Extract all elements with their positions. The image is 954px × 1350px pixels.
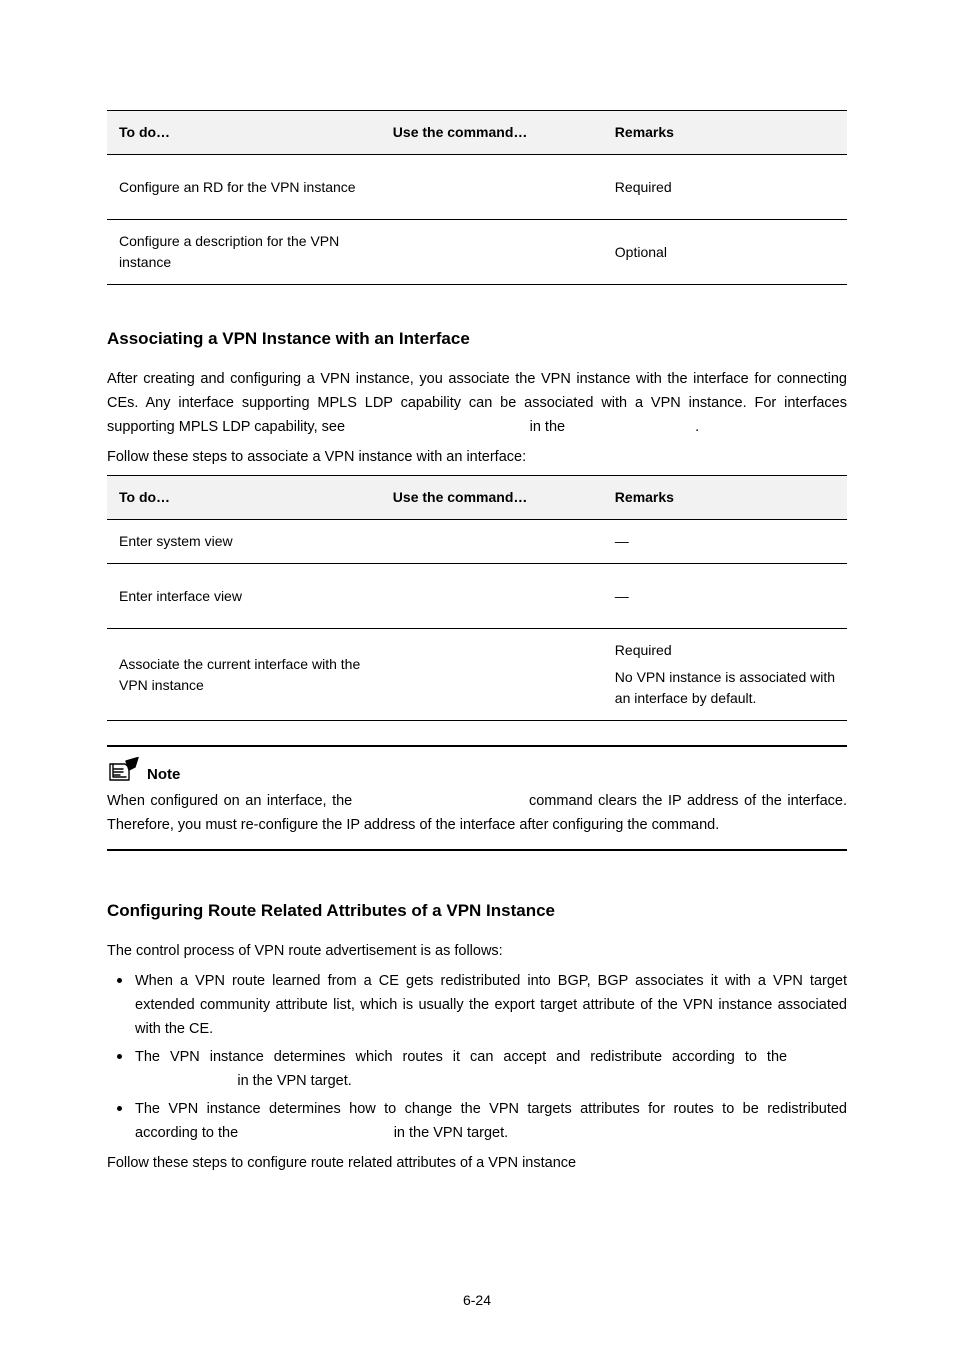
cell-remarks: — <box>603 520 847 564</box>
col-remarks: Remarks <box>603 476 847 520</box>
bullet-list: When a VPN route learned from a CE gets … <box>107 969 847 1145</box>
note-header: Note <box>107 757 847 783</box>
cell-remarks: Optional <box>603 220 847 285</box>
table-row: Configure an RD for the VPN instance rou… <box>107 155 847 220</box>
page-content: To do… Use the command… Remarks Configur… <box>0 0 954 1175</box>
col-todo: To do… <box>107 476 381 520</box>
col-remarks: Remarks <box>603 111 847 155</box>
paragraph: Follow these steps to configure route re… <box>107 1151 847 1175</box>
cell-command: route-distinguisher route-distinguisher <box>381 155 603 220</box>
col-command: Use the command… <box>381 111 603 155</box>
table-row: Enter system view system-view — <box>107 520 847 564</box>
paragraph: Follow these steps to associate a VPN in… <box>107 445 847 469</box>
paragraph: The control process of VPN route adverti… <box>107 939 847 963</box>
table-associate-interface: To do… Use the command… Remarks Enter sy… <box>107 475 847 721</box>
table-row: Associate the current interface with the… <box>107 629 847 721</box>
list-item: The VPN instance determines which routes… <box>107 1045 847 1093</box>
paragraph: After creating and configuring a VPN ins… <box>107 367 847 439</box>
table-header-row: To do… Use the command… Remarks <box>107 476 847 520</box>
table-row: Configure a description for the VPN inst… <box>107 220 847 285</box>
cell-todo: Enter interface view <box>107 564 381 629</box>
cell-command: system-view <box>381 520 603 564</box>
table-row: Enter interface view interface interface… <box>107 564 847 629</box>
cell-command: description description-text <box>381 220 603 285</box>
table-header-row: To do… Use the command… Remarks <box>107 111 847 155</box>
note-icon <box>107 757 141 783</box>
note-body: When configured on an interface, the ip … <box>107 789 847 837</box>
cell-todo: Associate the current interface with the… <box>107 629 381 721</box>
note-title: Note <box>147 766 180 783</box>
cell-command: ip binding vpn-instance vpn-instance-nam… <box>381 629 603 721</box>
list-item: When a VPN route learned from a CE gets … <box>107 969 847 1041</box>
list-item: The VPN instance determines how to chang… <box>107 1097 847 1145</box>
cell-command: interface interface-type interface-numbe… <box>381 564 603 629</box>
divider <box>107 745 847 747</box>
page-number: 6-24 <box>0 1292 954 1308</box>
cell-remarks: Required No VPN instance is associated w… <box>603 629 847 721</box>
col-todo: To do… <box>107 111 381 155</box>
col-command: Use the command… <box>381 476 603 520</box>
cell-remarks: — <box>603 564 847 629</box>
divider <box>107 849 847 851</box>
note-block: Note When configured on an interface, th… <box>107 745 847 851</box>
heading-route-attributes: Configuring Route Related Attributes of … <box>107 901 847 921</box>
cell-todo: Configure an RD for the VPN instance <box>107 155 381 220</box>
table-vpn-instance-config: To do… Use the command… Remarks Configur… <box>107 110 847 285</box>
cell-todo: Enter system view <box>107 520 381 564</box>
heading-associate-vpn: Associating a VPN Instance with an Inter… <box>107 329 847 349</box>
cell-todo: Configure a description for the VPN inst… <box>107 220 381 285</box>
cell-remarks: Required <box>603 155 847 220</box>
